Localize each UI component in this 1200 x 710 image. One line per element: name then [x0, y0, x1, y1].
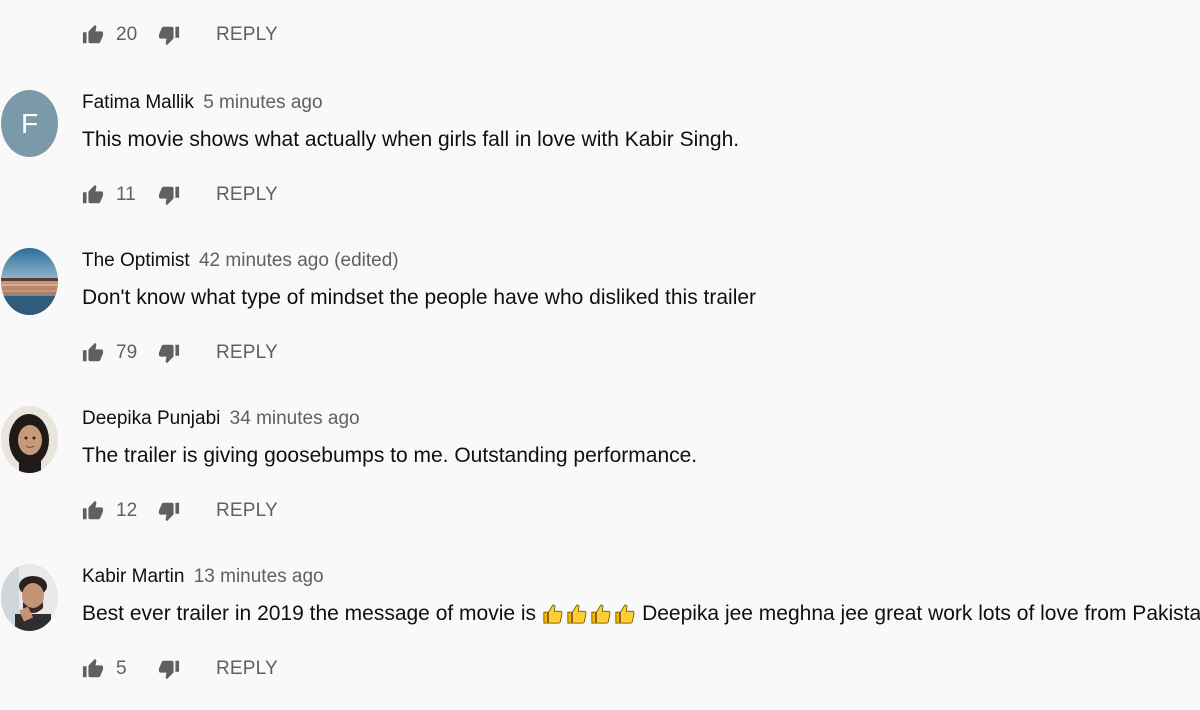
reply-button[interactable]: REPLY [216, 342, 278, 364]
reply-button[interactable]: REPLY [216, 658, 278, 680]
like-count: 11 [116, 184, 136, 205]
comment-header: The Optimist 42 minutes ago (edited) [82, 250, 399, 272]
comment-time[interactable]: 13 minutes ago [194, 566, 324, 587]
thumb-up-icon[interactable] [82, 658, 104, 680]
reply-button[interactable]: REPLY [216, 500, 278, 522]
avatar[interactable] [1, 564, 58, 631]
thumb-up-icon[interactable] [82, 24, 104, 46]
thumb-down-icon[interactable] [158, 342, 180, 364]
comments-section: 20 REPLY F Fatima Mallik 5 minutes ago T… [0, 0, 1200, 710]
comment-text-start: Best ever trailer in 2019 the message of… [82, 602, 537, 625]
comment-text: This movie shows what actually when girl… [82, 128, 740, 151]
author-name[interactable]: The Optimist [82, 250, 190, 271]
comment: Kabir Martin 13 minutes ago Best ever tr… [0, 564, 1200, 710]
comment-text: Don't know what type of mindset the peop… [82, 286, 757, 309]
reply-button[interactable]: REPLY [216, 24, 278, 46]
thumb-up-icon[interactable] [82, 342, 104, 364]
comment-time[interactable]: 5 minutes ago [203, 92, 322, 113]
comment-header: Kabir Martin 13 minutes ago [82, 566, 324, 588]
comment-time[interactable]: 42 minutes ago (edited) [199, 250, 399, 271]
emoji-group [542, 603, 636, 625]
thumb-down-icon[interactable] [158, 24, 180, 46]
thumb-down-icon[interactable] [158, 500, 180, 522]
thumb-up-icon[interactable] [82, 500, 104, 522]
avatar[interactable]: F [1, 90, 58, 157]
comment-text-end: Deepika jee meghna jee great work lots o… [642, 602, 1200, 625]
thumb-down-icon[interactable] [158, 658, 180, 680]
comment: F Fatima Mallik 5 minutes ago This movie… [0, 90, 1200, 248]
comment-text: Best ever trailer in 2019 the message of… [82, 602, 1200, 626]
comment-actions: 12 REPLY [82, 496, 278, 526]
comment-header: Fatima Mallik 5 minutes ago [82, 92, 323, 114]
comment-actions: 5 REPLY [82, 654, 278, 684]
comment-actions: 11 REPLY [82, 180, 278, 210]
thumb-down-icon[interactable] [158, 184, 180, 206]
comment-actions: 20 REPLY [82, 20, 278, 50]
comment: Deepika Punjabi 34 minutes ago The trail… [0, 406, 1200, 564]
thumbs-up-emoji-icon [567, 604, 587, 624]
thumbs-up-emoji-icon [543, 604, 563, 624]
comment: The Optimist 42 minutes ago (edited) Don… [0, 248, 1200, 406]
landscape-avatar-image [1, 248, 58, 315]
author-name[interactable]: Kabir Martin [82, 566, 184, 587]
like-count: 79 [116, 342, 138, 363]
person-avatar-image [1, 564, 58, 631]
author-name[interactable]: Deepika Punjabi [82, 408, 220, 429]
author-name[interactable]: Fatima Mallik [82, 92, 194, 113]
comment-text: The trailer is giving goosebumps to me. … [82, 444, 698, 467]
comment-time[interactable]: 34 minutes ago [230, 408, 360, 429]
reply-button[interactable]: REPLY [216, 184, 278, 206]
like-count: 12 [116, 500, 138, 521]
person-avatar-image [1, 406, 58, 473]
thumbs-up-emoji-icon [591, 604, 611, 624]
avatar[interactable] [1, 248, 58, 315]
comment-actions: 79 REPLY [82, 338, 278, 368]
thumbs-up-emoji-icon [615, 604, 635, 624]
like-count: 5 [116, 658, 127, 679]
comment-header: Deepika Punjabi 34 minutes ago [82, 408, 360, 430]
like-count: 20 [116, 24, 138, 45]
avatar[interactable] [1, 406, 58, 473]
thumb-up-icon[interactable] [82, 184, 104, 206]
